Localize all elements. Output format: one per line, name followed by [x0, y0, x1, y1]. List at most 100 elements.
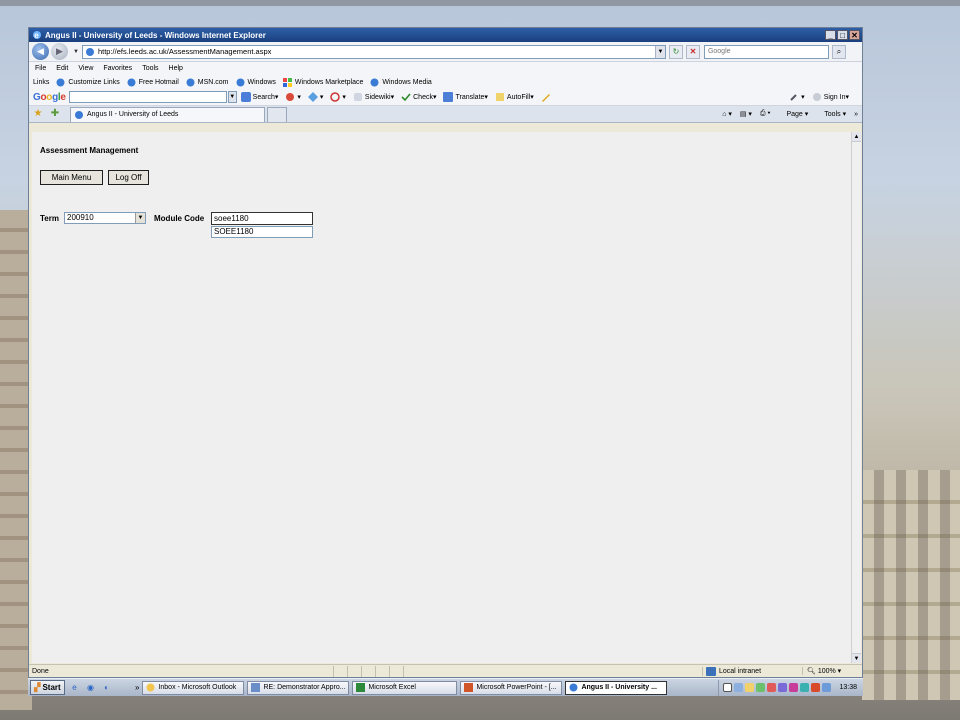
- sign-in-button[interactable]: Sign In ▾: [812, 92, 849, 102]
- status-segment: [389, 665, 403, 677]
- menu-file[interactable]: File: [35, 65, 46, 72]
- scroll-down-icon[interactable]: ▼: [852, 653, 861, 663]
- term-select[interactable]: 200910 ▼: [64, 212, 146, 224]
- links-label: Links: [33, 78, 50, 86]
- desktop-quicklaunch-icon[interactable]: ◐: [100, 681, 113, 694]
- help-tray-icon[interactable]: [723, 683, 733, 692]
- link-hotmail[interactable]: Free Hotmail: [127, 78, 179, 87]
- tray-icon[interactable]: [756, 683, 766, 692]
- translate-button[interactable]: Translate ▾: [443, 92, 488, 102]
- more-quicklaunch-icon[interactable]: »: [135, 681, 139, 694]
- address-dropdown-icon[interactable]: ▼: [654, 45, 665, 58]
- check-button[interactable]: Check ▾: [401, 92, 436, 102]
- wrench-button[interactable]: ▾: [789, 92, 805, 102]
- popup-blocker-button[interactable]: ▾: [330, 92, 346, 102]
- title-bar[interactable]: e Angus II - University of Leeds - Windo…: [29, 28, 862, 42]
- outlook-quicklaunch-icon[interactable]: ◉: [84, 681, 97, 694]
- autocomplete-suggestion[interactable]: SOEE1180: [211, 226, 313, 238]
- task-demonstrator-email[interactable]: RE: Demonstrator Appro...: [247, 680, 350, 695]
- link-customize[interactable]: Customize Links: [56, 78, 120, 87]
- tray-icon[interactable]: [767, 683, 777, 692]
- task-excel[interactable]: Microsoft Excel: [352, 680, 458, 695]
- tab-angus[interactable]: Angus II - University of Leeds: [70, 106, 265, 122]
- term-value: 200910: [67, 213, 94, 222]
- link-windows[interactable]: Windows: [236, 78, 276, 87]
- feeds-icon[interactable]: ▤ ▾: [740, 110, 752, 118]
- menu-favorites[interactable]: Favorites: [103, 65, 132, 72]
- tray-icon[interactable]: [789, 683, 799, 692]
- ie-icon: [569, 683, 578, 692]
- address-field[interactable]: http://efs.leeds.ac.uk/AssessmentManagem…: [81, 44, 666, 59]
- google-logo: Google: [33, 91, 66, 103]
- taskbar: ▞ Start e ◉ ◐ » Inbox - Microsoft Outlook…: [28, 678, 863, 696]
- security-zone[interactable]: Local intranet: [701, 666, 802, 676]
- back-button[interactable]: ◀: [32, 43, 49, 60]
- chevron-more-icon[interactable]: »: [854, 111, 858, 118]
- tray-icon[interactable]: [800, 683, 810, 692]
- menu-bar: File Edit View Favorites Tools Help: [29, 62, 862, 75]
- bookmark-button[interactable]: ▾: [285, 92, 301, 102]
- close-button[interactable]: ✕: [849, 30, 860, 40]
- ie-quicklaunch-icon[interactable]: e: [68, 681, 81, 694]
- chevron-down-icon[interactable]: ▼: [135, 213, 145, 223]
- share-button[interactable]: ▾: [307, 92, 323, 102]
- autofill-button[interactable]: AutoFill ▾: [495, 92, 534, 102]
- google-search-button[interactable]: Search ▾: [240, 92, 278, 102]
- tray-icon[interactable]: [734, 683, 744, 692]
- link-marketplace[interactable]: Windows Marketplace: [282, 77, 363, 87]
- task-powerpoint[interactable]: Microsoft PowerPoint - [...: [460, 680, 563, 695]
- tab-bar: ★ ✚ Angus II - University of Leeds ⌂ ▾ ▤…: [29, 106, 862, 123]
- tray-icon[interactable]: [811, 683, 821, 692]
- search-input[interactable]: Google: [703, 44, 829, 59]
- page-icon: [75, 110, 83, 119]
- task-internet-explorer[interactable]: Angus II - University ...: [565, 680, 668, 695]
- page-icon: [370, 78, 379, 86]
- zoom-control[interactable]: 🔍︎ 100% ▾: [801, 667, 862, 675]
- pencil-button[interactable]: [541, 92, 553, 102]
- spellcheck-icon: [401, 93, 411, 102]
- refresh-button[interactable]: ↻: [668, 44, 683, 59]
- menu-tools[interactable]: Tools: [142, 65, 158, 72]
- desktop-top-edge: [0, 0, 960, 6]
- google-search-input[interactable]: [68, 91, 227, 103]
- status-segment: [375, 665, 389, 677]
- minimize-button[interactable]: _: [825, 30, 836, 40]
- task-outlook[interactable]: Inbox - Microsoft Outlook: [142, 680, 245, 695]
- forward-button[interactable]: ▶: [51, 43, 68, 60]
- vertical-scrollbar[interactable]: ▲ ▼: [851, 132, 861, 663]
- link-msn[interactable]: MSN.com: [186, 78, 229, 87]
- log-off-button[interactable]: Log Off: [108, 170, 149, 185]
- favorites-star-icon[interactable]: ★: [32, 108, 44, 120]
- menu-view[interactable]: View: [78, 65, 93, 72]
- page-menu[interactable]: Page ▾: [778, 110, 808, 118]
- start-button[interactable]: ▞ Start: [30, 680, 65, 695]
- search-icon[interactable]: ⌕: [831, 44, 846, 59]
- scroll-up-icon[interactable]: ▲: [852, 132, 861, 142]
- stop-button[interactable]: ✕: [685, 44, 700, 59]
- intranet-icon: [705, 666, 716, 676]
- page-icon: [85, 47, 94, 56]
- module-code-input[interactable]: soee1180: [211, 212, 313, 225]
- main-menu-button[interactable]: Main Menu: [40, 170, 103, 185]
- tray-icon[interactable]: [778, 683, 788, 692]
- page-title: Assessment Management: [40, 146, 139, 155]
- page-icon: [127, 78, 136, 86]
- link-media[interactable]: Windows Media: [370, 78, 432, 87]
- share-icon: [307, 92, 318, 102]
- tools-menu[interactable]: Tools ▾: [816, 110, 846, 118]
- window-title: Angus II - University of Leeds - Windows…: [45, 30, 266, 40]
- history-dropdown-icon[interactable]: ▼: [73, 49, 79, 55]
- tray-icon[interactable]: [745, 683, 755, 692]
- google-dropdown-icon[interactable]: ▼: [227, 91, 237, 103]
- clock[interactable]: 13:38: [839, 684, 857, 691]
- new-tab-button[interactable]: [267, 106, 287, 122]
- sidewiki-button[interactable]: Sidewiki ▾: [353, 92, 394, 102]
- tray-icon[interactable]: [822, 683, 832, 692]
- pencil-icon: [541, 94, 550, 102]
- maximize-button[interactable]: □: [837, 30, 848, 40]
- menu-edit[interactable]: Edit: [56, 65, 68, 72]
- print-icon[interactable]: ⎙ ▾: [760, 110, 771, 118]
- menu-help[interactable]: Help: [169, 65, 183, 72]
- home-icon[interactable]: ⌂ ▾: [722, 110, 732, 118]
- add-favorites-icon[interactable]: ✚: [49, 108, 61, 120]
